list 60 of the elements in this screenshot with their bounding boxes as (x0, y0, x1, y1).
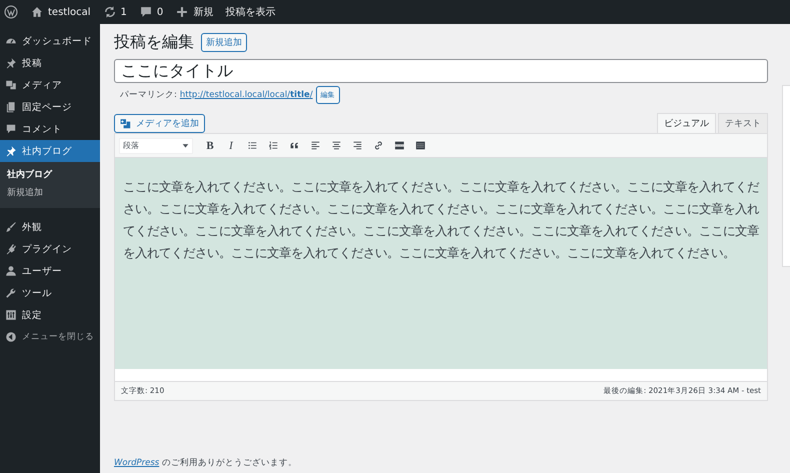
page-title: 投稿を編集 (114, 32, 194, 52)
menu-item[interactable]: ユーザー (0, 260, 100, 282)
align-left-icon[interactable] (310, 140, 320, 151)
submenu-item[interactable]: 新規追加 (0, 184, 100, 202)
format-button[interactable]: I (222, 136, 240, 154)
pages-icon (5, 101, 17, 113)
editor-tab[interactable]: テキスト (718, 113, 768, 133)
admin-bar-item[interactable]: testlocal (30, 5, 91, 19)
collapse-menu-item[interactable]: メニューを閉じる (0, 326, 100, 348)
menu-item[interactable]: プラグイン (0, 238, 100, 260)
menu-item[interactable]: 固定ページ (0, 96, 100, 118)
plug-icon (5, 243, 17, 255)
pushpin-icon (5, 145, 17, 157)
permalink-link[interactable]: http://testlocal.local/local/title/ (180, 90, 313, 100)
media-icon (120, 118, 132, 130)
paintbrush-icon (5, 221, 17, 233)
content-paragraph: ここに文章を入れてください。ここに文章を入れてください。ここに文章を入れてください。ここに文章を入れてください。ここに文章を入れてください。ここに文章を入れてください。ここに文章を入れてください。ここに文章を入れてください。ここに文章を入れてください。ここに文章を入れてください。ここに文章を入れてください。ここに文章を入れてください。ここに文章を入れてください。ここに文章を入れてください。ここに文章を入れてください。 (123, 179, 759, 262)
add-new-button[interactable]: 新規追加 (201, 32, 247, 52)
numbered-list-icon[interactable] (268, 140, 278, 151)
user-icon (5, 265, 17, 277)
menu-item[interactable]: 設定 (0, 304, 100, 326)
format-button[interactable]: B (201, 136, 219, 154)
footer-text: WordPress のご利用ありがとうございます。 (114, 458, 297, 468)
admin-bar-item[interactable]: 0 (138, 5, 164, 19)
bulleted-list-icon[interactable] (246, 140, 258, 151)
sliders-icon (5, 309, 17, 321)
quote-icon[interactable] (288, 140, 300, 151)
title-field[interactable]: ここにタイトル (114, 59, 768, 83)
admin-bar-item[interactable]: 投稿を表示 (225, 5, 276, 19)
menu-item[interactable]: コメント (0, 118, 100, 140)
speech-bubble-icon (138, 5, 153, 19)
align-right-icon[interactable] (352, 140, 362, 151)
footer-link[interactable]: WordPress (114, 458, 160, 468)
pushpin-icon (5, 57, 17, 69)
caret-icon (182, 142, 189, 149)
keyboard-icon[interactable] (414, 140, 426, 151)
admin-bar-item[interactable]: 新規 (175, 5, 214, 19)
link-icon[interactable] (372, 140, 384, 151)
menu-item[interactable]: 外観 (0, 216, 100, 238)
collapse-icon (5, 331, 17, 343)
align-center-icon[interactable] (330, 140, 342, 151)
add-media-button[interactable]: メディアを追加 (114, 114, 205, 133)
format-dropdown[interactable]: 段落 (119, 138, 193, 154)
home-icon (30, 5, 44, 19)
permalink-label: パーマリンク: (120, 89, 177, 101)
speech-bubble-icon (5, 123, 17, 135)
menu-item[interactable]: ダッシュボード (0, 30, 100, 52)
admin-bar-item[interactable]: 1 (102, 5, 127, 19)
wrench-icon (5, 287, 17, 299)
menu-item[interactable]: ツール (0, 282, 100, 304)
menu-item[interactable]: 社内ブログ (0, 140, 100, 162)
media-icon (5, 79, 17, 91)
wordpress-logo-icon[interactable] (4, 5, 18, 19)
plus-icon (175, 5, 190, 19)
read-more-icon[interactable] (394, 140, 404, 151)
refresh-icon (102, 5, 117, 19)
editor-tab[interactable]: ビジュアル (657, 113, 716, 133)
submenu-item[interactable]: 社内ブログ (0, 166, 100, 184)
menu-item[interactable]: 投稿 (0, 52, 100, 74)
menu-item[interactable]: メディア (0, 74, 100, 96)
